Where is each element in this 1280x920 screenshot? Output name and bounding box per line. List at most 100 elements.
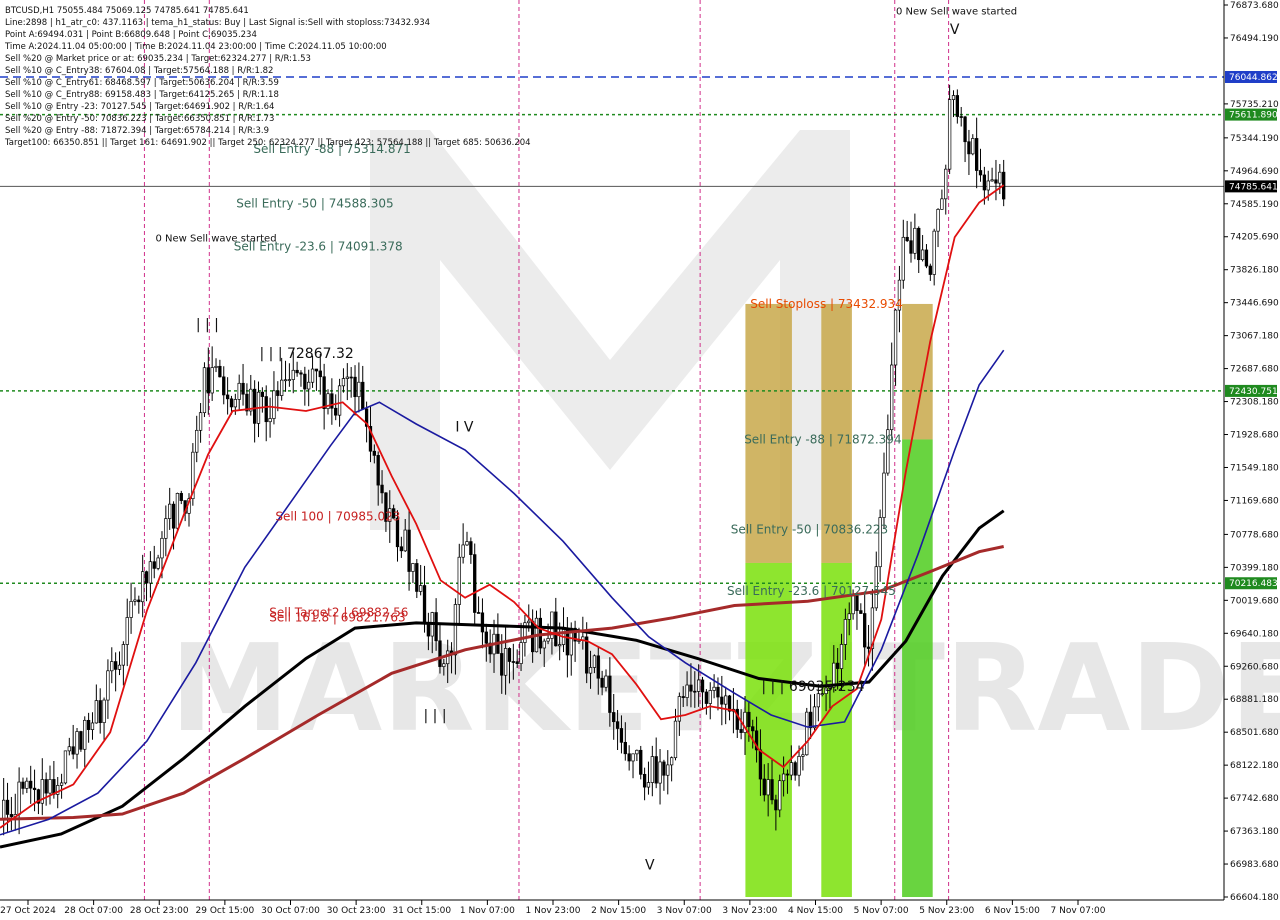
candle-body [538,617,543,649]
candle-body [79,731,83,750]
y-tick-label: 72687.680 [1230,365,1279,375]
candle-body [836,662,840,669]
candle-body [639,749,643,775]
candle-body [357,381,361,398]
candle-body [778,780,782,811]
candle-body [272,390,276,419]
wave-label: 0 New Sell wave started [155,233,276,244]
candle-body [785,773,790,776]
level-label: Sell Entry -23.6 | 70127.545 [727,584,896,598]
candle-body [453,604,458,656]
candle-body [233,399,237,408]
candle-body [202,367,207,414]
candle-body [546,638,550,642]
candle-body [48,779,52,794]
info-line: Sell %20 @ Entry -50: 70836.223 | Target… [5,114,274,124]
candle-body [71,746,75,755]
candle-body [341,378,346,387]
candle-body [473,554,477,613]
candle-body [403,529,407,552]
candle-body [195,429,199,453]
info-line: Time A:2024.11.04 05:00:00 | Time B:2024… [4,42,387,52]
x-tick-label: 4 Nov 15:00 [788,906,843,916]
candle-body [951,95,956,100]
x-tick-label: 1 Nov 07:00 [460,906,515,916]
candle-body [407,529,411,572]
candle-body [330,393,334,409]
price-tag-label: 76044.862 [1229,73,1278,83]
candle-body [268,418,272,423]
y-tick-label: 75735.210 [1230,100,1279,110]
info-line: Line:2898 | h1_atr_c0: 437.1163 | tema_h… [5,18,430,28]
candle-body [75,731,79,755]
candle-body [596,655,600,679]
x-tick-label: 6 Nov 15:00 [985,906,1040,916]
info-line: Target100: 66350.851 || Target 161: 6469… [4,138,531,148]
candle-body [260,391,265,397]
candle-body [175,493,180,529]
candle-body [588,667,593,674]
candle-body [252,388,257,424]
level-label: Sell Entry -50 | 70836.223 [731,522,888,536]
candle-body [990,179,994,182]
y-tick-label: 69640.180 [1230,629,1279,639]
candle-body [106,670,110,701]
x-tick-label: 30 Oct 23:00 [327,906,386,916]
candle-body [515,661,519,664]
candle-body [905,236,909,242]
candle-body [913,227,917,254]
y-tick-label: 69260.680 [1230,662,1279,672]
candle-body [704,691,709,704]
candle-body [944,168,948,200]
candle-body [859,610,863,614]
x-tick-label: 1 Nov 23:00 [526,906,581,916]
candle-body [716,686,720,698]
entry-zone [902,303,933,440]
candle-body [805,711,809,756]
candle-body [982,174,987,191]
wave-label: 0 New Sell wave started [896,7,1017,18]
candle-body [847,613,851,620]
info-line: Sell %10 @ C_Entry38: 67604.08 | Target:… [5,66,273,76]
candle-body [758,749,763,780]
candle-body [866,646,871,649]
candle-body [635,749,639,755]
y-tick-label: 76873.680 [1230,1,1279,11]
candle-body [615,721,620,729]
candle-body [399,546,404,552]
wave-point-label: V [645,857,655,873]
candle-body [229,398,234,408]
candle-body [476,612,481,614]
y-tick-label: 68501.680 [1230,728,1279,738]
candle-body [967,141,971,155]
candle-body [206,367,210,394]
candle-body [503,648,508,676]
candle-body [932,230,936,275]
candle-body [137,599,141,603]
candle-body [264,396,268,423]
candle-body [959,116,963,118]
y-tick-label: 72308.180 [1230,398,1279,408]
candle-body [422,585,427,625]
candle-body [577,640,581,642]
info-line: Sell %10 @ C_Entry61: 68468.597 | Target… [5,78,279,88]
level-label: Sell 161.8 | 69821.763 [269,611,405,625]
candle-body [801,754,805,757]
candle-body [287,379,292,381]
candle-body [303,373,307,390]
candle-body [307,381,311,390]
candle-body [372,450,376,456]
candle-body [110,661,114,672]
candle-body [998,171,1002,184]
x-tick-label: 29 Oct 15:00 [196,906,255,916]
candle-body [816,693,821,708]
candle-body [44,779,48,794]
candle-body [642,773,647,788]
y-tick-label: 66604.180 [1230,893,1279,903]
candle-body [928,265,932,275]
candle-body [152,561,156,569]
price-tag-label: 72430.751 [1229,387,1278,397]
candle-body [276,390,280,396]
candle-body [29,780,33,789]
candle-body [781,773,786,782]
